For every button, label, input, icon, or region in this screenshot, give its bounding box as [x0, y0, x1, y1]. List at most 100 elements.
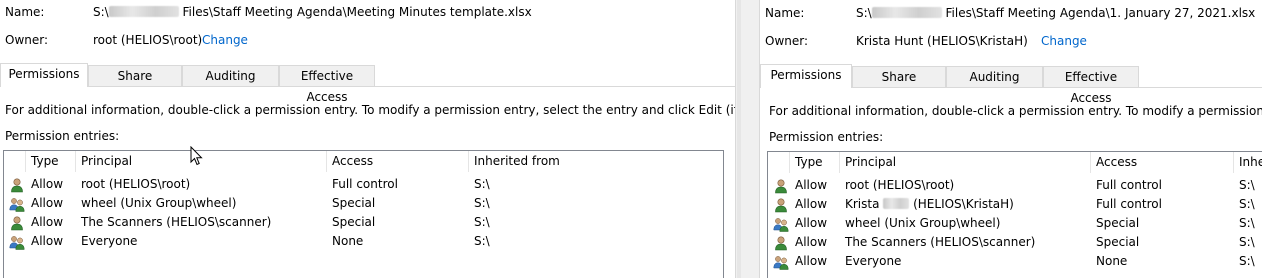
row-type: Allow [31, 234, 64, 248]
row-principal: wheel (Unix Group\wheel) [845, 216, 1001, 230]
table-row[interactable]: Allow The Scanners (HELIOS\scanner) Spec… [4, 213, 723, 232]
header-icon-col [768, 152, 790, 173]
owner-value: Krista Hunt (HELIOS\KristaH) [856, 34, 1028, 48]
row-access: Full control [1096, 178, 1162, 192]
name-value: S:\ Files\Staff Meeting Agenda\1. Januar… [856, 6, 1255, 20]
name-suffix: Files\Staff Meeting Agenda\Meeting Minut… [178, 5, 532, 19]
row-principal: root (HELIOS\root) [81, 177, 191, 191]
row-principal: Everyone [81, 234, 138, 248]
list-header: Type Principal Access Inherited from [4, 151, 723, 172]
name-label: Name: [765, 6, 805, 20]
row-inherited: S:\ [474, 215, 490, 229]
change-owner-link[interactable]: Change [1041, 34, 1087, 48]
tab-permissions[interactable]: Permissions [0, 63, 88, 87]
tab-auditing[interactable]: Auditing [182, 65, 279, 86]
redacted-path [871, 7, 942, 18]
row-type: Allow [31, 177, 64, 191]
name-prefix: S:\ [856, 6, 872, 20]
tab-strip: Permissions Share Auditing Effective Acc… [760, 64, 1262, 105]
owner-label: Owner: [765, 34, 809, 48]
header-principal[interactable]: Principal [840, 152, 1091, 173]
row-access: Special [1096, 235, 1140, 249]
tab-baseline [0, 86, 735, 87]
row-inherited: S:\ [1239, 254, 1255, 268]
user-icon [773, 178, 789, 194]
table-row[interactable]: Allow Krista (HELIOS\KristaH) Full contr… [768, 195, 1262, 214]
name-prefix: S:\ [93, 5, 109, 19]
row-principal: The Scanners (HELIOS\scanner) [81, 215, 272, 229]
row-type: Allow [31, 196, 64, 210]
header-type[interactable]: Type [790, 152, 840, 173]
table-row[interactable]: Allow The Scanners (HELIOS\scanner) Spec… [768, 233, 1262, 252]
row-access: Special [332, 215, 376, 229]
row-access: Full control [1096, 197, 1162, 211]
change-owner-link[interactable]: Change [202, 33, 248, 47]
owner-label: Owner: [5, 33, 49, 47]
table-row[interactable]: Allow root (HELIOS\root) Full control S:… [768, 176, 1262, 195]
row-access: None [332, 234, 364, 248]
row-type: Allow [795, 178, 828, 192]
window-gap [735, 0, 760, 278]
principal-rest: (HELIOS\KristaH) [909, 197, 1014, 211]
row-principal: The Scanners (HELIOS\scanner) [845, 235, 1036, 249]
header-access[interactable]: Access [1091, 152, 1234, 173]
info-text: For additional information, double-click… [5, 103, 735, 117]
row-inherited: S:\ [1239, 216, 1255, 230]
row-type: Allow [795, 216, 828, 230]
tab-strip: Permissions Share Auditing Effective Acc… [0, 63, 735, 104]
row-principal: Everyone [845, 254, 902, 268]
row-type: Allow [795, 197, 828, 211]
entries-label: Permission entries: [5, 129, 120, 143]
row-access: None [1096, 254, 1128, 268]
group-icon [9, 234, 25, 250]
row-type: Allow [31, 215, 64, 229]
mouse-pointer-icon [190, 146, 203, 166]
header-type[interactable]: Type [26, 151, 76, 172]
row-inherited: S:\ [474, 177, 490, 191]
right-security-panel: Name: S:\ Files\Staff Meeting Agenda\1. … [760, 0, 1262, 278]
row-principal: root (HELIOS\root) [845, 178, 955, 192]
name-value: S:\ Files\Staff Meeting Agenda\Meeting M… [93, 5, 532, 19]
name-label: Name: [5, 5, 45, 19]
table-row[interactable]: Allow wheel (Unix Group\wheel) Special S… [4, 194, 723, 213]
table-row[interactable]: Allow Everyone None S:\ [768, 252, 1262, 271]
info-text: For additional information, double-click… [769, 104, 1262, 118]
row-type: Allow [795, 235, 828, 249]
tab-effective-access[interactable]: Effective Access [1043, 66, 1139, 105]
row-access: Special [332, 196, 376, 210]
header-inherited[interactable]: Inhe [1234, 152, 1262, 173]
redacted-surname [883, 198, 910, 209]
table-row[interactable]: Allow root (HELIOS\root) Full control S:… [4, 175, 723, 194]
principal-first-name: Krista [845, 197, 880, 211]
left-security-panel: Name: S:\ Files\Staff Meeting Agenda\Mee… [0, 0, 735, 278]
tab-share[interactable]: Share [852, 66, 946, 87]
row-type: Allow [795, 254, 828, 268]
user-icon [773, 197, 789, 213]
row-inherited: S:\ [1239, 235, 1255, 249]
permission-list[interactable]: Type Principal Access Inherited from All… [3, 150, 724, 278]
row-access: Special [1096, 216, 1140, 230]
tab-auditing[interactable]: Auditing [946, 66, 1043, 87]
row-inherited: S:\ [474, 234, 490, 248]
entries-label: Permission entries: [769, 130, 884, 144]
name-suffix: Files\Staff Meeting Agenda\1. January 27… [941, 6, 1256, 20]
table-row[interactable]: Allow Everyone None S:\ [4, 232, 723, 251]
user-icon [773, 235, 789, 251]
row-principal: Krista (HELIOS\KristaH) [845, 195, 1014, 214]
list-header: Type Principal Access Inhe [768, 152, 1262, 173]
tab-permissions[interactable]: Permissions [760, 64, 852, 88]
group-icon [773, 216, 789, 232]
row-inherited: S:\ [1239, 197, 1255, 211]
header-access[interactable]: Access [327, 151, 469, 172]
redacted-path [108, 6, 179, 17]
header-inherited[interactable]: Inherited from [469, 151, 723, 172]
permission-list[interactable]: Type Principal Access Inhe Allow root (H… [767, 151, 1262, 278]
row-inherited: S:\ [1239, 178, 1255, 192]
tab-share[interactable]: Share [88, 65, 182, 86]
table-row[interactable]: Allow wheel (Unix Group\wheel) Special S… [768, 214, 1262, 233]
tab-effective-access[interactable]: Effective Access [279, 65, 375, 104]
user-icon [9, 177, 25, 193]
row-access: Full control [332, 177, 398, 191]
user-icon [9, 215, 25, 231]
scrollbar-track [737, 0, 741, 278]
